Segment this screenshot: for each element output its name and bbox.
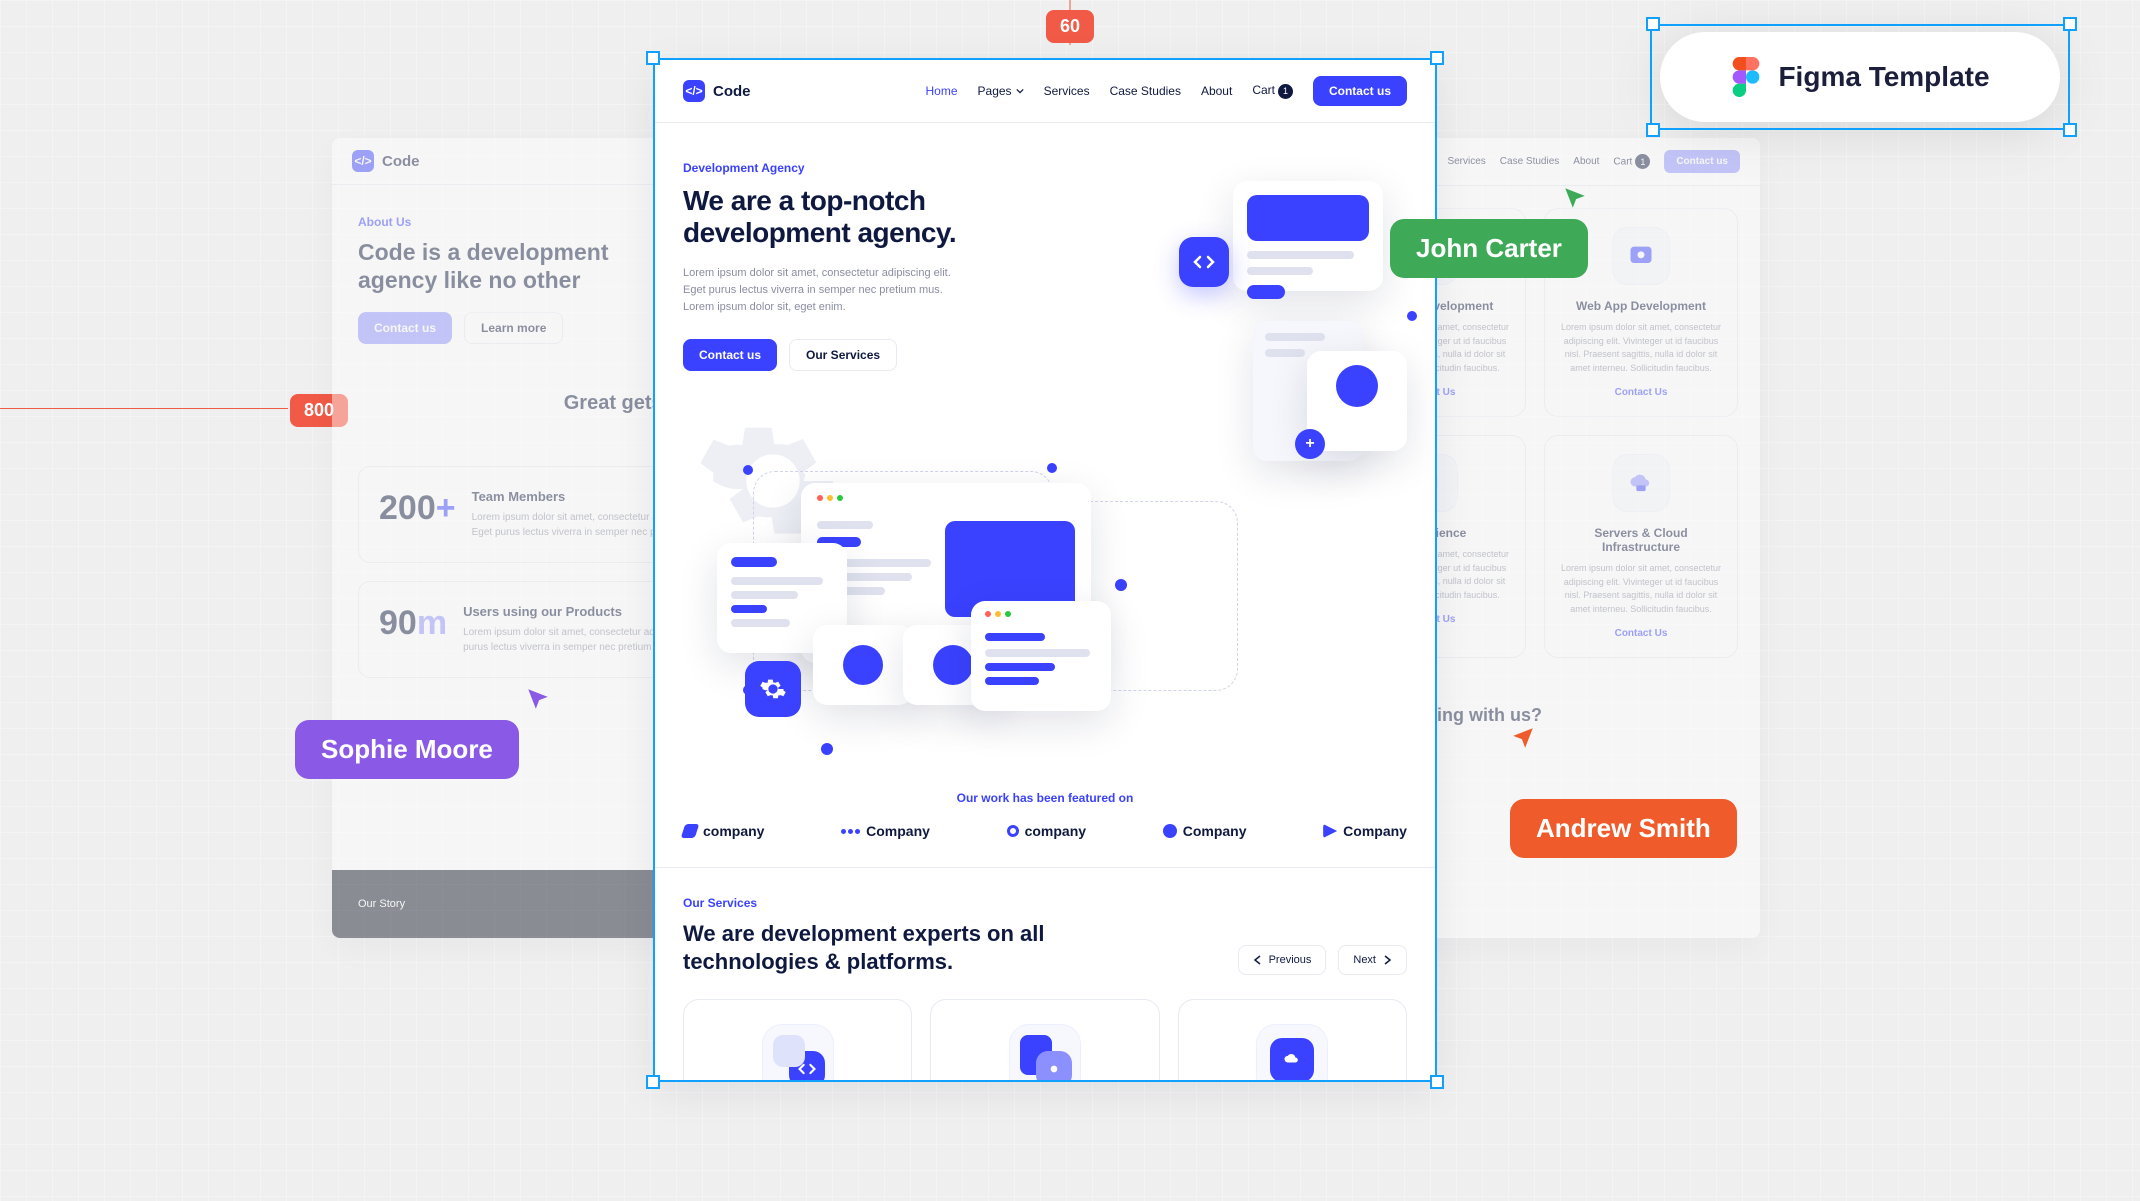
hero-illustration: + xyxy=(1034,161,1417,491)
selection-handle-se[interactable] xyxy=(2063,123,2077,137)
arrow-right-icon xyxy=(1382,955,1392,965)
service-card-frontend[interactable]: Frontend Development xyxy=(683,999,912,1080)
code-icon xyxy=(1179,237,1229,287)
brand-mark-icon: </> xyxy=(352,150,374,172)
brand[interactable]: </> Code xyxy=(352,150,420,172)
company-logos: company Company company Company Company xyxy=(683,823,1407,839)
nav-pages[interactable]: Pages xyxy=(978,84,1024,98)
pill-label: Figma Template xyxy=(1778,61,1989,93)
nav-cart[interactable]: Cart1 xyxy=(1252,83,1293,99)
company-logo: Company xyxy=(1323,823,1407,839)
figma-template-pill[interactable]: Figma Template xyxy=(1660,32,2060,122)
service-card[interactable]: Servers & Cloud Infrastructure Lorem ips… xyxy=(1544,435,1738,658)
nav-about[interactable]: About xyxy=(1573,156,1599,167)
nav-home[interactable]: Home xyxy=(926,84,958,98)
frontend-icon xyxy=(762,1024,834,1080)
brand[interactable]: </> Code xyxy=(683,80,751,102)
contact-button[interactable]: Contact us xyxy=(1664,150,1740,173)
brand-name: Code xyxy=(713,83,751,100)
prev-button[interactable]: Previous xyxy=(1238,945,1327,975)
card-body: Lorem ipsum dolor sit amet, consectetur … xyxy=(1559,321,1723,375)
company-name: Company xyxy=(866,823,930,839)
card-title: Web App Development xyxy=(1559,299,1723,313)
ruler-left xyxy=(0,408,288,409)
figma-canvas[interactable]: 60 800 </> Code About Us Code is a devel… xyxy=(0,0,2140,1201)
nav-services[interactable]: Services xyxy=(1447,156,1485,167)
card-cta[interactable]: Contact Us xyxy=(1559,387,1723,398)
arrow-left-icon xyxy=(1253,955,1263,965)
selection-handle-nw[interactable] xyxy=(1646,17,1660,31)
webapp-icon xyxy=(1612,227,1670,285)
cloud-icon xyxy=(1612,454,1670,512)
service-card-backend[interactable]: Backend Development xyxy=(930,999,1159,1080)
contact-button[interactable]: Contact us xyxy=(358,312,452,344)
header: </> Code Home Pages Services Case Studie… xyxy=(655,60,1435,123)
company-logo: Company xyxy=(1163,823,1247,839)
hero-eyebrow: Development Agency xyxy=(683,161,1016,175)
gear-icon xyxy=(745,661,801,717)
nav-case-studies[interactable]: Case Studies xyxy=(1500,156,1559,167)
company-name: Company xyxy=(1343,823,1407,839)
brand-mark-icon: </> xyxy=(683,80,705,102)
measure-badge-top: 60 xyxy=(1046,10,1094,43)
footer-heading: Our Story xyxy=(358,898,405,910)
chevron-down-icon xyxy=(1016,87,1024,95)
services-title: We are development experts on all techno… xyxy=(683,920,1103,975)
next-button[interactable]: Next xyxy=(1338,945,1407,975)
company-name: company xyxy=(703,823,764,839)
selection-handle-ne[interactable] xyxy=(2063,17,2077,31)
cart-count-badge: 1 xyxy=(1278,84,1293,99)
webapp-icon xyxy=(1256,1024,1328,1080)
contact-button[interactable]: Contact us xyxy=(683,339,777,371)
featured-title: Our work has been featured on xyxy=(683,791,1407,805)
plus-icon: + xyxy=(1295,429,1325,459)
frame-home[interactable]: </> Code Home Pages Services Case Studie… xyxy=(655,60,1435,1080)
company-name: company xyxy=(1025,823,1086,839)
services-button[interactable]: Our Services xyxy=(789,339,897,371)
company-logo: company xyxy=(683,823,764,839)
company-logo: Company xyxy=(841,823,930,839)
brand-name: Code xyxy=(382,153,420,170)
company-logo: company xyxy=(1007,823,1086,839)
stat-suffix: m xyxy=(417,604,447,642)
backend-icon xyxy=(1009,1024,1081,1080)
card-title: Servers & Cloud Infrastructure xyxy=(1559,526,1723,554)
figma-logo-icon xyxy=(1730,57,1762,97)
stat-value: 200 xyxy=(379,489,436,527)
nav-cart[interactable]: Cart1 xyxy=(1613,154,1650,169)
page-title: Code is a development agency like no oth… xyxy=(358,239,658,294)
stat-suffix: + xyxy=(436,489,456,527)
hero-body: Lorem ipsum dolor sit amet, consectetur … xyxy=(683,265,963,316)
service-card-webapp[interactable]: Web App Development xyxy=(1178,999,1407,1080)
hero-title: We are a top-notch development agency. xyxy=(683,185,1016,249)
nav-case-studies[interactable]: Case Studies xyxy=(1110,84,1181,98)
nav-services[interactable]: Services xyxy=(1044,84,1090,98)
service-card[interactable]: Web App Development Lorem ipsum dolor si… xyxy=(1544,208,1738,417)
learn-more-button[interactable]: Learn more xyxy=(464,312,563,344)
selection-handle-sw[interactable] xyxy=(1646,123,1660,137)
cart-count-badge: 1 xyxy=(1635,154,1650,169)
card-body: Lorem ipsum dolor sit amet, consectetur … xyxy=(1559,562,1723,616)
company-name: Company xyxy=(1183,823,1247,839)
card-cta[interactable]: Contact Us xyxy=(1559,628,1723,639)
stat-value: 90 xyxy=(379,604,417,642)
mid-illustration xyxy=(683,511,1407,781)
nav-about[interactable]: About xyxy=(1201,84,1232,98)
services-eyebrow: Our Services xyxy=(683,896,1407,910)
contact-button[interactable]: Contact us xyxy=(1313,76,1407,106)
